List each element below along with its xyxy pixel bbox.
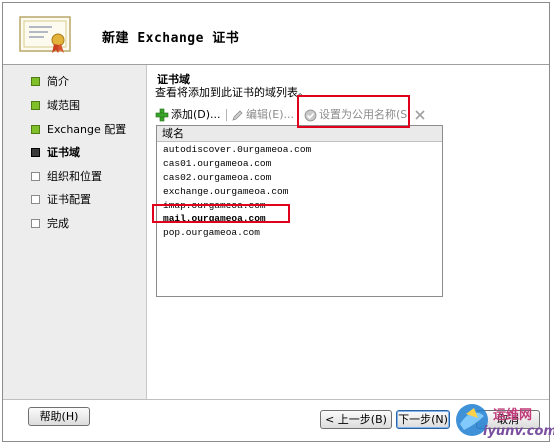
column-header-domain[interactable]: 域名: [157, 126, 442, 142]
edit-button-label: 编辑(E)...: [246, 108, 295, 121]
toolbar-separator: [226, 109, 227, 121]
wizard-step-label: 证书域: [47, 146, 80, 159]
wizard-step-label: 证书配置: [47, 193, 91, 206]
delete-x-icon: [415, 110, 425, 120]
pencil-icon: [232, 109, 243, 121]
wizard-steps-panel: 简介 域范围 Exchange 配置 证书域 组织和位置 证书配置 完成: [3, 65, 147, 399]
wizard-step-label: Exchange 配置: [47, 123, 127, 136]
step-pending-icon: [31, 195, 40, 204]
help-button[interactable]: 帮助(H): [28, 407, 90, 426]
step-pending-icon: [31, 172, 40, 181]
back-button[interactable]: < 上一步(B): [320, 410, 392, 429]
delete-button[interactable]: [414, 106, 428, 124]
annotation-highlight-box: [152, 204, 290, 223]
wizard-header: 新建 Exchange 证书: [3, 3, 549, 65]
step-complete-icon: [31, 125, 40, 134]
step-complete-icon: [31, 77, 40, 86]
step-complete-icon: [31, 101, 40, 110]
wizard-step-label: 完成: [47, 217, 69, 230]
add-button-label: 添加(D)...: [171, 108, 221, 121]
annotation-highlight-box: [297, 95, 410, 128]
add-button[interactable]: 添加(D)...: [155, 106, 221, 124]
watermark-text: 运维网: [493, 408, 533, 423]
wizard-step-label: 域范围: [47, 99, 80, 112]
watermark-url: iyunv.com: [483, 424, 554, 439]
list-item[interactable]: exchange.ourgameoa.com: [163, 185, 288, 199]
list-item[interactable]: autodiscover.0urgameoa.com: [163, 143, 311, 157]
add-plus-icon: [155, 108, 169, 122]
next-button[interactable]: 下一步(N): [396, 410, 450, 429]
edit-button[interactable]: 编辑(E)...: [231, 106, 294, 124]
certificate-icon: [19, 16, 71, 53]
list-item[interactable]: pop.ourgameoa.com: [163, 226, 260, 240]
list-item[interactable]: cas01.ourgameoa.com: [163, 157, 271, 171]
page-title: 新建 Exchange 证书: [102, 31, 240, 46]
section-description: 查看将添加到此证书的域列表。: [155, 86, 309, 99]
wizard-step-label: 简介: [47, 75, 69, 88]
list-item[interactable]: cas02.ourgameoa.com: [163, 171, 271, 185]
wizard-step-label: 组织和位置: [47, 170, 102, 183]
step-pending-icon: [31, 219, 40, 228]
step-current-icon: [31, 148, 40, 157]
